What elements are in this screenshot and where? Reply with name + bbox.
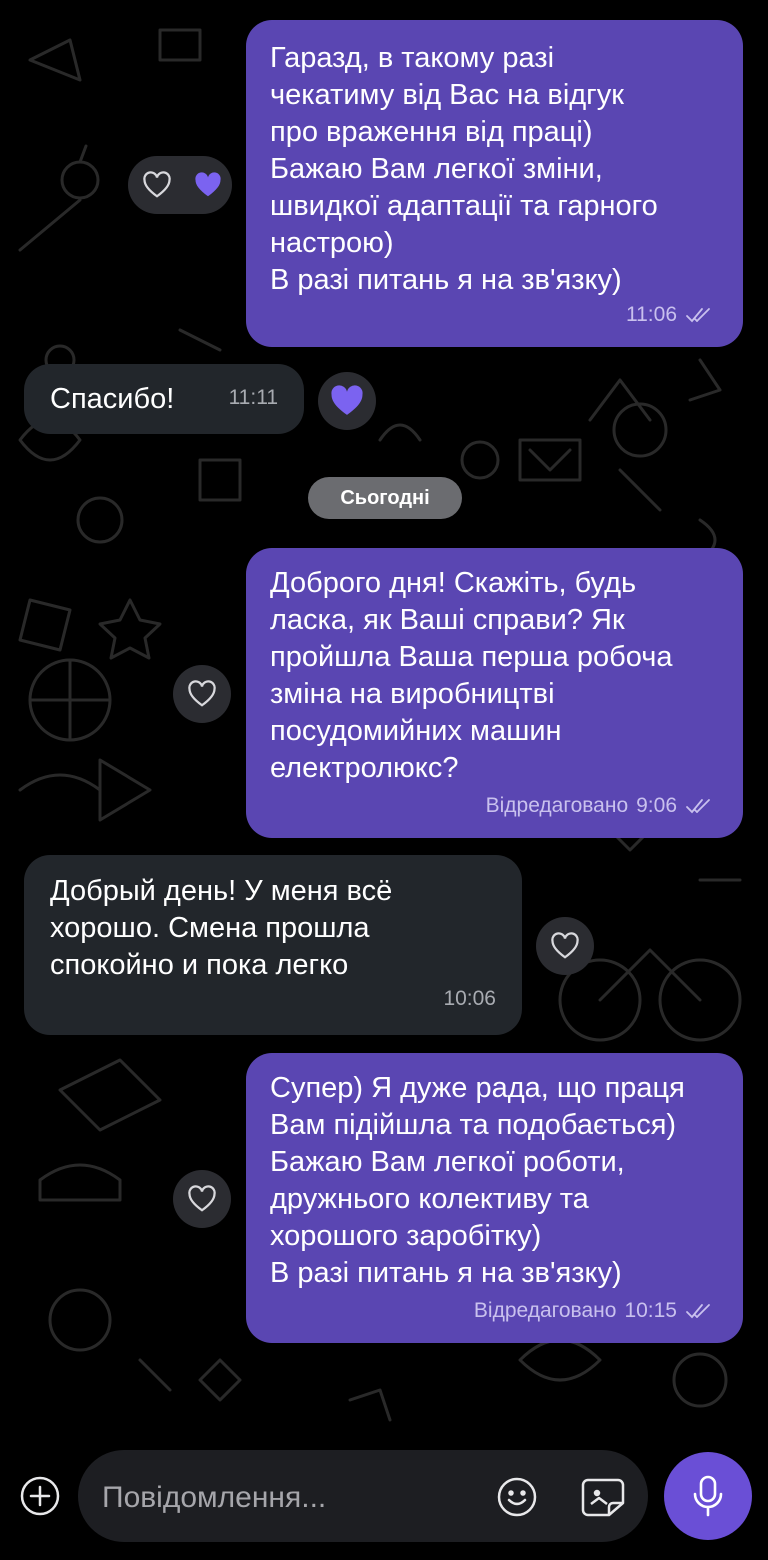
plus-circle-icon[interactable] [16,1472,64,1520]
message-text: Доброго дня! Скажіть, будь ласка, як Ваш… [270,567,673,784]
message-text: Добрый день! У меня всё хорошо. Смена пр… [50,875,393,981]
message-bubble-incoming[interactable]: Добрый день! У меня всё хорошо. Смена пр… [24,855,522,1035]
heart-filled-icon[interactable] [190,167,226,203]
reaction-button[interactable] [173,665,231,723]
edited-label: Відредаговано [485,794,629,817]
heart-outline-icon [188,1185,216,1212]
message-time: 9:06 [636,794,677,817]
message-input[interactable] [100,1472,484,1524]
microphone-icon [693,1475,723,1517]
message-meta: 10:06 [443,980,496,1017]
message-meta: 11:06 [626,296,717,333]
message-meta: Відредаговано 10:15 [474,1292,717,1329]
message-text: Гаразд, в такому разі чекатиму від Вас н… [270,42,658,296]
reaction-button[interactable] [536,917,594,975]
double-check-icon [686,798,710,813]
reaction-button[interactable] [318,372,376,430]
message-bubble-outgoing[interactable]: Гаразд, в такому разі чекатиму від Вас н… [246,20,743,347]
smiley-icon[interactable] [494,1474,540,1520]
date-separator: Сьогодні [308,477,462,519]
sticker-icon[interactable] [578,1474,628,1520]
edited-label: Відредаговано [473,1299,617,1322]
message-bubble-outgoing[interactable]: Супер) Я дуже рада, що праця Вам підійшл… [246,1053,743,1343]
message-bubble-incoming[interactable]: Спасибо! 11:11 [24,364,304,434]
message-text: Супер) Я дуже рада, що праця Вам підійшл… [270,1072,685,1289]
message-time: 11:06 [626,303,677,326]
message-time: 10:06 [443,987,496,1010]
heart-outline-icon[interactable] [139,167,175,203]
message-time: 10:15 [624,1299,677,1322]
microphone-button[interactable] [664,1452,752,1540]
message-meta: 11:11 [229,379,278,416]
double-check-icon [686,307,710,322]
reaction-button[interactable] [173,1170,231,1228]
double-check-icon [686,1303,710,1318]
message-time: 11:11 [228,386,278,409]
message-bubble-outgoing[interactable]: Доброго дня! Скажіть, будь ласка, як Ваш… [246,548,743,838]
heart-outline-icon [188,680,216,707]
heart-filled-icon [331,385,363,415]
heart-outline-icon [551,932,579,959]
message-meta: Відредаговано 9:06 [486,787,717,824]
